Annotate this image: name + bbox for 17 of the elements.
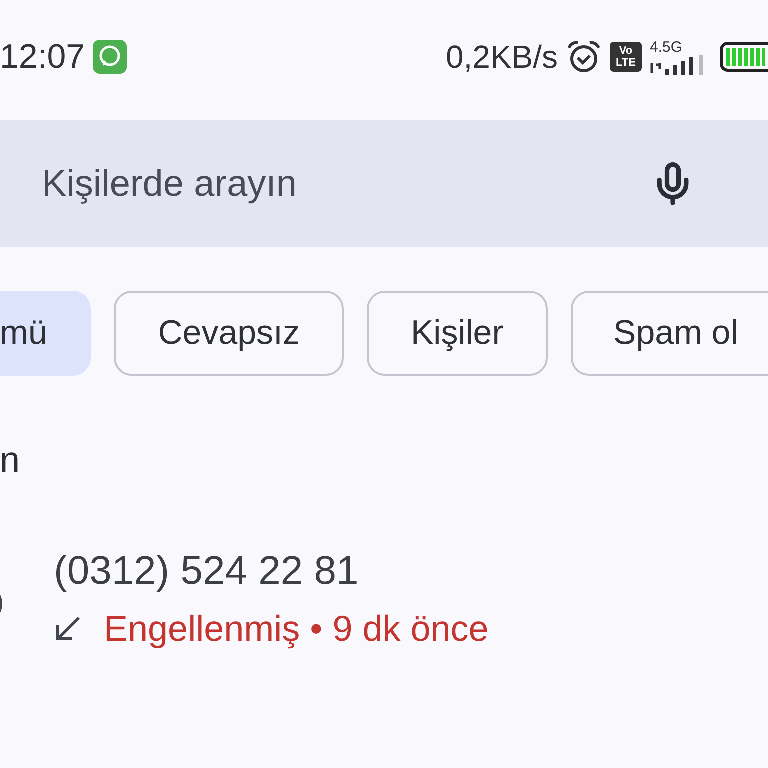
network-speed: 0,2KB/s <box>446 41 558 73</box>
status-time: 12:07 <box>0 40 86 74</box>
avatar-icon <box>0 594 4 614</box>
battery-icon <box>720 42 768 72</box>
incoming-call-icon <box>54 614 82 642</box>
call-status: Engellenmiş • 9 dk önce <box>104 607 489 651</box>
filter-chip[interactable]: Kişiler <box>366 291 548 376</box>
volte-badge: Vo LTE <box>610 42 642 72</box>
network-type-label: 4.5G <box>650 40 683 54</box>
filter-chip[interactable]: mü <box>0 291 92 376</box>
alarm-icon <box>566 40 602 74</box>
phone-number: (0312) 524 22 81 <box>54 548 360 595</box>
filter-chip[interactable]: Cevapsız <box>114 291 344 376</box>
section-heading: n <box>0 442 22 478</box>
search-field[interactable]: Kişilerde arayın <box>0 120 768 247</box>
filter-chip[interactable]: Spam ol <box>570 291 768 376</box>
chat-app-icon <box>93 40 128 74</box>
